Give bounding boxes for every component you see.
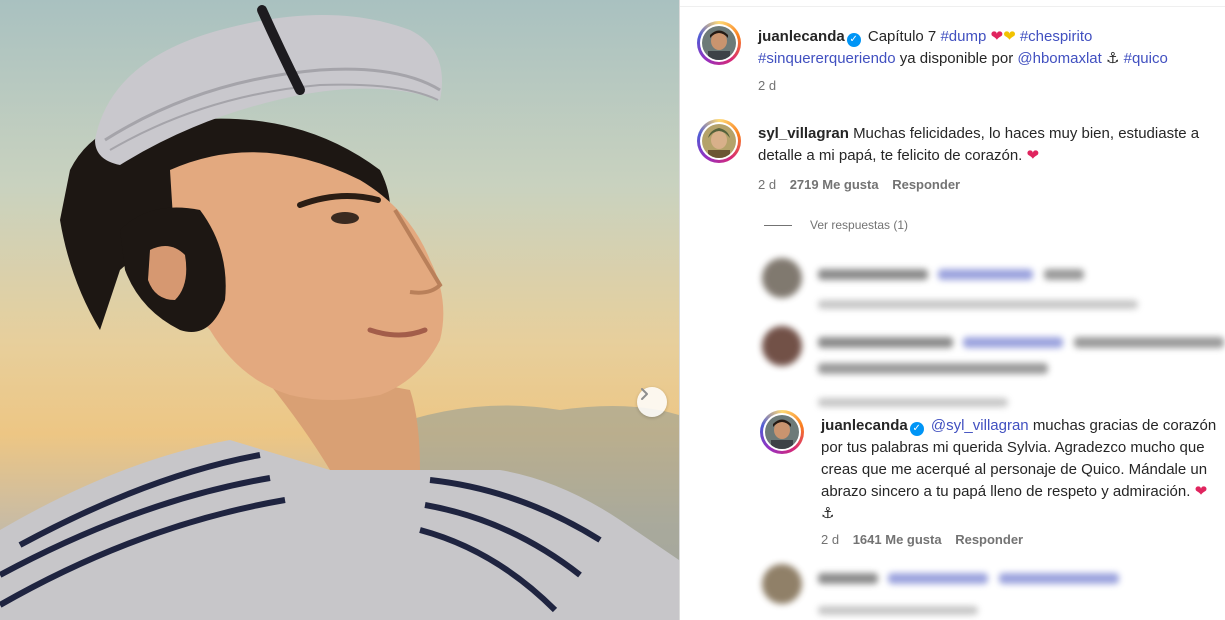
reply-body: juanlecanda ✓ @syl_villagran muchas graci… [821, 415, 1221, 525]
reply-button[interactable]: Responder [892, 177, 960, 192]
post-author-avatar[interactable] [697, 21, 741, 65]
anchor-emoji-icon: ⚓ [1105, 50, 1120, 67]
red-heart-icon: ❤ [990, 28, 1004, 45]
hashtag-quico[interactable]: #quico [1124, 50, 1168, 67]
hashtag-sinquererqueriendo[interactable]: #sinquererqueriendo [758, 50, 896, 67]
comment-meta: 2 d 2719 Me gusta Responder [758, 177, 960, 192]
comments-panel: juanlecanda ✓ Capítulo 7 #dump ❤❤ #chespi… [680, 0, 1225, 620]
comment-body: syl_villagran Muchas felicidades, lo hac… [758, 123, 1225, 167]
reply-author-username[interactable]: juanlecanda [821, 417, 908, 434]
blurred-reply [762, 258, 1138, 314]
post-photo [0, 0, 679, 620]
hashtag-chespirito[interactable]: #chespirito [1020, 28, 1093, 45]
header-divider [680, 6, 1225, 7]
commenter-username[interactable]: syl_villagran [758, 125, 849, 142]
post-time[interactable]: 2 d [758, 78, 776, 93]
replies-line [764, 224, 792, 226]
mention-hbomaxlat[interactable]: @hbomaxlat [1017, 50, 1101, 67]
reply-mention[interactable]: @syl_villagran [931, 417, 1029, 434]
avatar-image [765, 415, 799, 449]
view-replies-label: Ver respuestas (1) [810, 218, 909, 232]
reply-button[interactable]: Responder [955, 532, 1023, 547]
next-photo-button[interactable] [637, 387, 667, 417]
blurred-reply [762, 326, 1224, 412]
post-author-username[interactable]: juanlecanda [758, 28, 845, 45]
yellow-heart-icon: ❤ [1003, 28, 1016, 45]
blurred-reply [762, 564, 1119, 620]
reply-likes[interactable]: 1641 Me gusta [853, 532, 942, 547]
verified-badge-icon: ✓ [909, 422, 924, 436]
photo-illustration [0, 5, 679, 620]
avatar-image [702, 124, 736, 158]
view-replies-button[interactable]: Ver respuestas (1) [764, 218, 908, 232]
reply-author-avatar[interactable] [760, 410, 804, 454]
avatar-image [702, 26, 736, 60]
caption-prefix: Capítulo 7 [867, 28, 937, 45]
hashtag-dump[interactable]: #dump [940, 28, 986, 45]
commenter-avatar[interactable] [697, 119, 741, 163]
post-caption: juanlecanda ✓ Capítulo 7 #dump ❤❤ #chespi… [758, 26, 1225, 70]
chevron-right-icon [641, 388, 648, 400]
comment-likes[interactable]: 2719 Me gusta [790, 177, 879, 192]
red-heart-icon: ❤ [1194, 483, 1208, 500]
verified-badge-icon: ✓ [846, 33, 861, 47]
comment-time[interactable]: 2 d [758, 177, 776, 192]
anchor-emoji-icon: ⚓ [821, 505, 835, 522]
reply-meta: 2 d 1641 Me gusta Responder [821, 532, 1023, 547]
instagram-post-view: juanlecanda ✓ Capítulo 7 #dump ❤❤ #chespi… [0, 0, 1225, 620]
red-heart-icon: ❤ [1026, 147, 1040, 164]
reply-time[interactable]: 2 d [821, 532, 839, 547]
caption-mid: ya disponible por [899, 50, 1014, 67]
